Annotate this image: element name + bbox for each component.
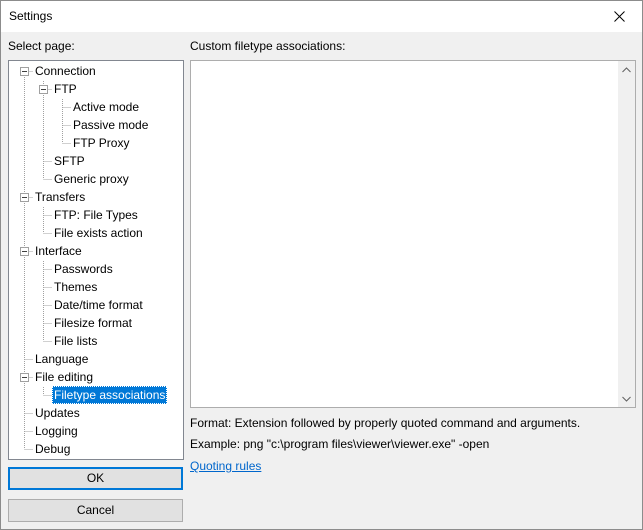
title-bar: Settings — [1, 1, 642, 32]
expander-interface-icon[interactable] — [20, 247, 29, 256]
tree-item-sftp[interactable]: SFTP — [52, 152, 87, 170]
ok-button[interactable]: OK — [8, 467, 183, 490]
expander-transfers-icon[interactable] — [20, 193, 29, 202]
settings-window: Settings Select page: Custom filetype as… — [0, 0, 643, 530]
tree-item-file-editing[interactable]: File editing — [33, 368, 95, 386]
tree-item-language[interactable]: Language — [33, 350, 90, 368]
tree-item-date-time-format[interactable]: Date/time format — [52, 296, 145, 314]
expander-ftp-icon[interactable] — [39, 85, 48, 94]
tree-item-connection[interactable]: Connection — [33, 62, 98, 80]
select-page-label: Select page: — [8, 39, 75, 53]
scroll-down-button[interactable] — [618, 390, 635, 407]
example-description: Example: png "c:\program files\viewer\vi… — [190, 437, 490, 451]
tree-item-ftp-file-types[interactable]: FTP: File Types — [52, 206, 140, 224]
tree-item-passive-mode[interactable]: Passive mode — [71, 116, 150, 134]
chevron-up-icon — [622, 66, 631, 72]
tree-item-passwords[interactable]: Passwords — [52, 260, 115, 278]
tree-item-logging[interactable]: Logging — [33, 422, 80, 440]
close-icon — [613, 11, 625, 22]
tree-item-themes[interactable]: Themes — [52, 278, 99, 296]
tree-item-active-mode[interactable]: Active mode — [71, 98, 141, 116]
tree-item-interface[interactable]: Interface — [33, 242, 84, 260]
cancel-button[interactable]: Cancel — [8, 499, 183, 522]
custom-assoc-label: Custom filetype associations: — [190, 39, 346, 53]
tree-item-generic-proxy[interactable]: Generic proxy — [52, 170, 131, 188]
scroll-up-button[interactable] — [618, 61, 635, 78]
tree-item-updates[interactable]: Updates — [33, 404, 82, 422]
tree-item-file-lists[interactable]: File lists — [52, 332, 99, 350]
tree-item-transfers[interactable]: Transfers — [33, 188, 87, 206]
custom-assoc-textarea[interactable] — [190, 60, 636, 408]
tree-item-file-exists-action[interactable]: File exists action — [52, 224, 145, 242]
chevron-down-icon — [622, 396, 631, 402]
close-button[interactable] — [596, 1, 642, 32]
tree-item-debug[interactable]: Debug — [33, 440, 72, 458]
format-description: Format: Extension followed by properly q… — [190, 416, 581, 430]
expander-connection-icon[interactable] — [20, 67, 29, 76]
tree-item-filesize-format[interactable]: Filesize format — [52, 314, 134, 332]
tree-item-filetype-associations[interactable]: Filetype associations — [52, 386, 168, 404]
vertical-scrollbar[interactable] — [618, 61, 635, 407]
expander-file-editing-icon[interactable] — [20, 373, 29, 382]
tree-item-ftp[interactable]: FTP — [52, 80, 79, 98]
quoting-rules-link[interactable]: Quoting rules — [190, 459, 261, 473]
tree-item-ftp-proxy[interactable]: FTP Proxy — [71, 134, 131, 152]
settings-page-tree[interactable]: Connection FTP Active mode Passive mode … — [8, 60, 184, 460]
window-title: Settings — [9, 9, 53, 23]
